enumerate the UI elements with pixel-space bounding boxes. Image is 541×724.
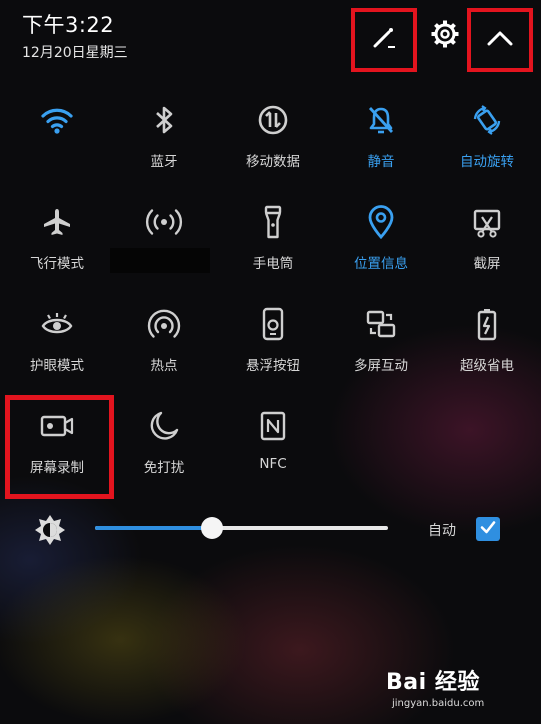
floating-button-icon [258, 304, 288, 344]
toggle-wifi[interactable] [7, 96, 107, 196]
quick-settings-panel: 下午3:22 12月20日星期三 蓝牙 移动数据 静音 自动旋转 飞行模式 手电… [0, 0, 541, 724]
signal-icon [145, 202, 183, 242]
tile-label: 自动旋转 [460, 154, 514, 170]
toggle-nfc[interactable]: NFC [223, 402, 323, 502]
tile-label: 移动数据 [246, 154, 300, 170]
tile-label: 悬浮按钮 [246, 358, 300, 374]
tile-label: 热点 [150, 358, 178, 374]
status-time: 下午3:22 [22, 13, 115, 37]
toggle-screenshot[interactable]: 截屏 [437, 198, 537, 298]
watermark: Bai 经验 jingyan.baidu.com [386, 664, 484, 709]
gear-icon [430, 19, 460, 53]
airplane-icon [40, 202, 74, 242]
toggle-flashlight[interactable]: 手电筒 [223, 198, 323, 298]
edit-button[interactable] [351, 8, 417, 72]
brightness-slider-thumb[interactable] [201, 517, 223, 539]
toggle-floating-button[interactable]: 悬浮按钮 [223, 300, 323, 400]
eye-icon [39, 304, 75, 344]
watermark-logo: Bai 经验 [386, 670, 480, 695]
auto-brightness-label: 自动 [428, 523, 456, 539]
screenshot-icon [470, 202, 504, 242]
flashlight-icon [258, 202, 288, 242]
brightness-slider[interactable] [95, 517, 388, 539]
nfc-icon [258, 406, 288, 446]
brightness-icon [33, 513, 67, 551]
multi-screen-icon [364, 304, 398, 344]
toggle-do-not-disturb[interactable]: 免打扰 [114, 402, 214, 502]
tile-label: 静音 [367, 154, 395, 170]
toggle-eye-comfort[interactable]: 护眼模式 [7, 300, 107, 400]
settings-button[interactable] [423, 8, 467, 64]
tile-label: 蓝牙 [150, 154, 178, 170]
tile-label: 飞行模式 [30, 256, 84, 272]
tile-label: NFC [259, 456, 287, 472]
status-date: 12月20日星期三 [22, 45, 128, 61]
wifi-icon [40, 100, 74, 140]
toggle-airplane-mode[interactable]: 飞行模式 [7, 198, 107, 298]
tile-label: 超级省电 [460, 358, 514, 374]
redaction-block [110, 248, 210, 273]
location-icon [366, 202, 396, 242]
tile-label: 多屏互动 [354, 358, 408, 374]
toggle-bluetooth[interactable]: 蓝牙 [114, 96, 214, 196]
tile-label: 位置信息 [354, 256, 408, 272]
pencil-icon [370, 24, 398, 56]
tile-label: 截屏 [473, 256, 501, 272]
checkmark-icon [479, 518, 497, 540]
tile-label: 护眼模式 [30, 358, 84, 374]
tile-label: 免打扰 [143, 460, 185, 476]
toggle-multi-screen[interactable]: 多屏互动 [331, 300, 431, 400]
toggle-power-saver[interactable]: 超级省电 [437, 300, 537, 400]
screen-record-highlight [5, 395, 114, 499]
hotspot-icon [146, 304, 182, 344]
mobile-data-icon [256, 100, 290, 140]
toggle-location[interactable]: 位置信息 [331, 198, 431, 298]
brightness-slider-fill [95, 526, 212, 530]
collapse-button[interactable] [467, 8, 533, 72]
chevron-up-icon [486, 28, 514, 52]
toggle-mobile-data[interactable]: 移动数据 [223, 96, 323, 196]
toggle-mute[interactable]: 静音 [331, 96, 431, 196]
auto-brightness-checkbox[interactable] [476, 517, 500, 541]
auto-rotate-icon [470, 100, 504, 140]
moon-icon [147, 406, 181, 446]
toggle-hotspot[interactable]: 热点 [114, 300, 214, 400]
toggle-auto-rotate[interactable]: 自动旋转 [437, 96, 537, 196]
watermark-url: jingyan.baidu.com [392, 698, 485, 709]
battery-icon [473, 304, 501, 344]
bluetooth-icon [149, 100, 179, 140]
mute-icon [364, 100, 398, 140]
tile-label: 手电筒 [252, 256, 294, 272]
